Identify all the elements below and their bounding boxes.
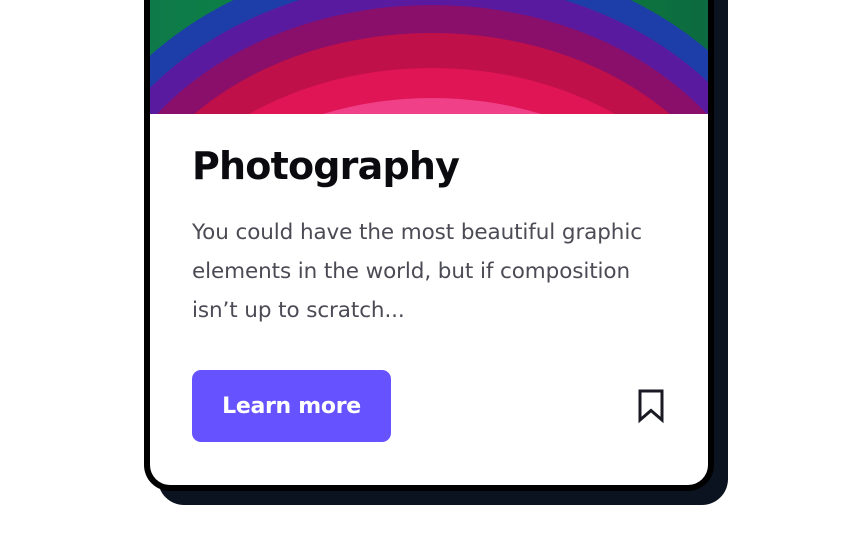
- card-title: Photography: [192, 144, 460, 188]
- card-body: Photography You could have the most beau…: [150, 0, 708, 485]
- page: Photography You could have the most beau…: [0, 0, 864, 540]
- bookmark-icon[interactable]: [634, 388, 670, 424]
- card-description: You could have the most beautiful graphi…: [192, 220, 642, 323]
- article-card: Photography You could have the most beau…: [144, 0, 714, 491]
- learn-more-button[interactable]: Learn more: [192, 370, 391, 442]
- hero-image: [150, 0, 708, 114]
